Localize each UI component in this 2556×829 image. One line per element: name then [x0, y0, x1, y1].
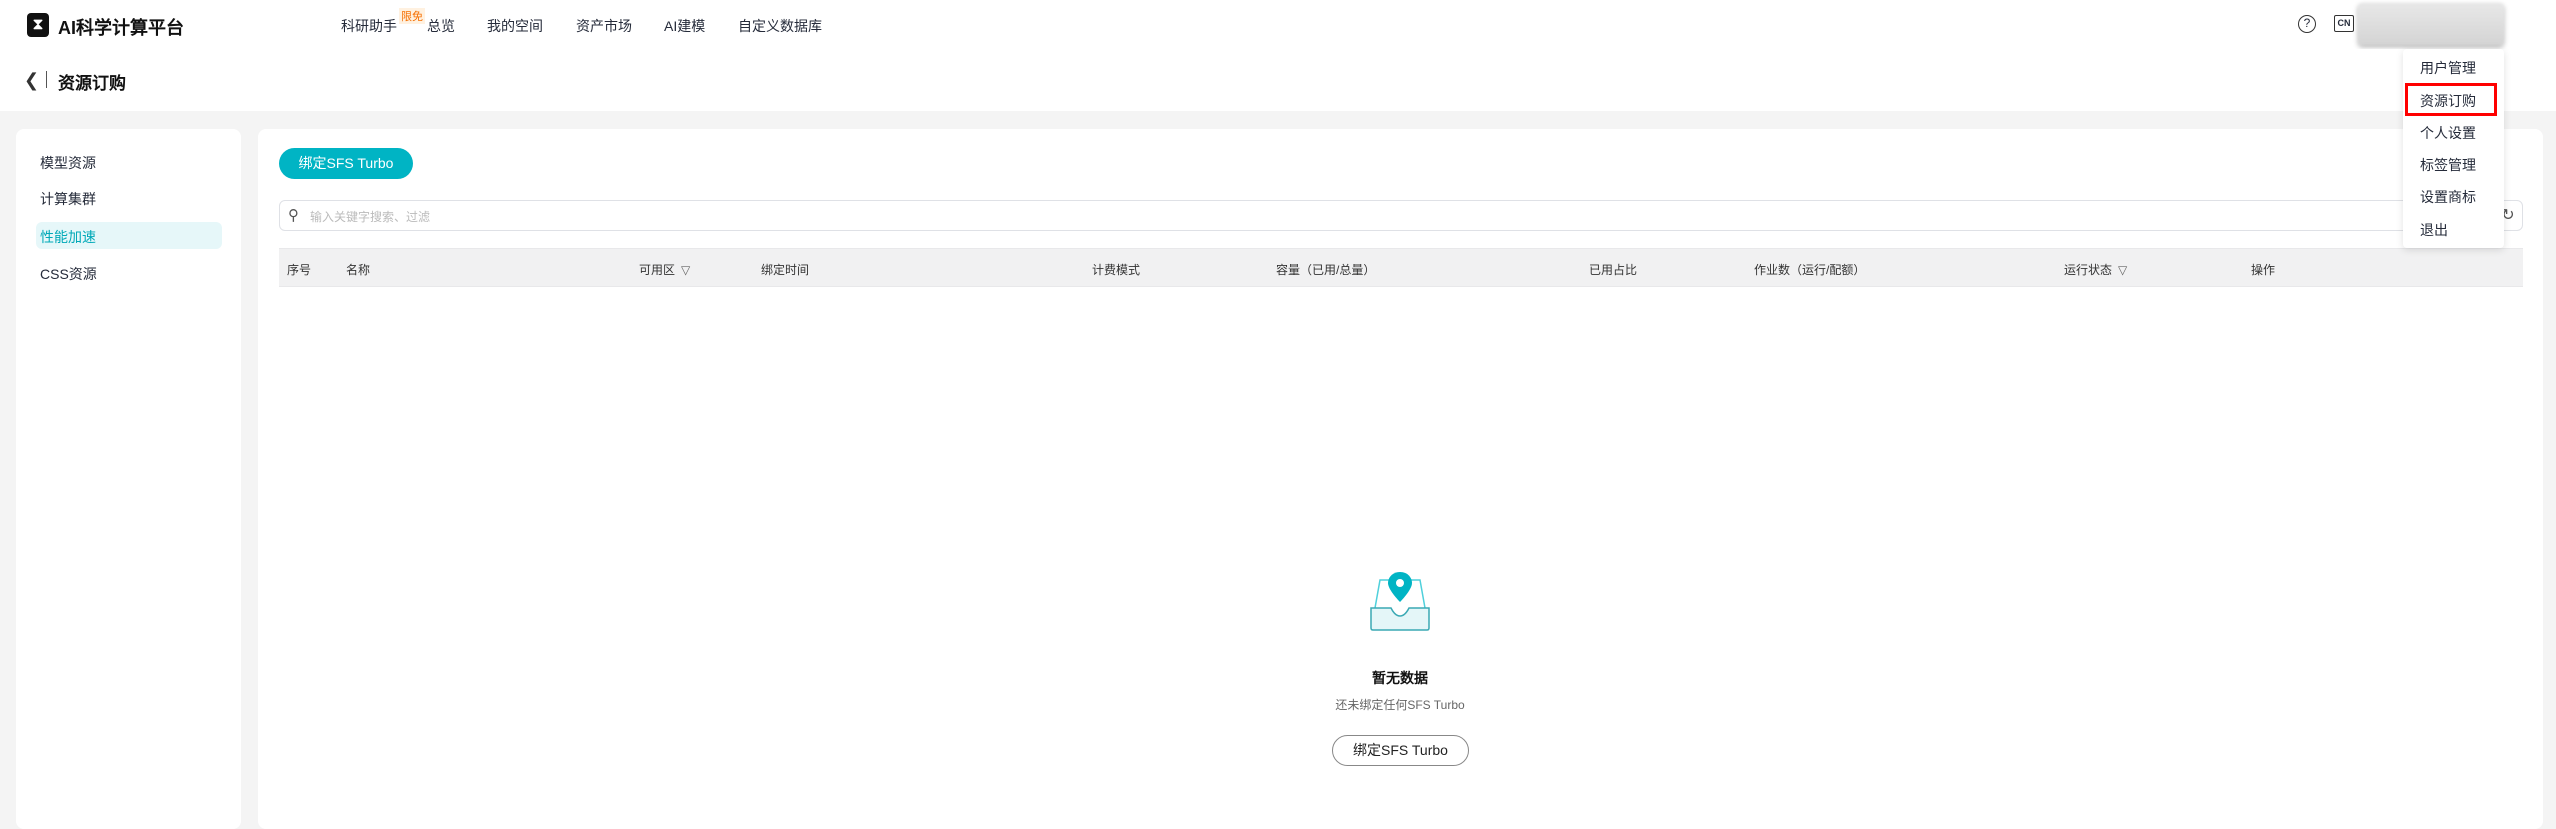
column-usage-ratio: 已用占比 — [1589, 263, 1638, 277]
sidebar-item-css-resources[interactable]: CSS资源 — [40, 264, 97, 284]
bind-sfs-turbo-button[interactable]: 绑定SFS Turbo — [279, 148, 413, 179]
empty-state-subtitle: 还未绑定任何SFS Turbo — [1335, 698, 1465, 712]
sidebar-item-compute-cluster[interactable]: 计算集群 — [40, 189, 96, 209]
menu-item-set-trademark[interactable]: 设置商标 — [2420, 187, 2476, 207]
nav-research-assistant[interactable]: 科研助手 — [341, 16, 397, 36]
help-icon[interactable]: ? — [2298, 15, 2316, 33]
nav-my-space[interactable]: 我的空间 — [487, 16, 543, 36]
column-status-label: 运行状态 — [2064, 263, 2113, 277]
menu-item-logout[interactable]: 退出 — [2420, 220, 2448, 240]
search-icon: ⚲ — [288, 207, 299, 224]
column-jobs: 作业数（运行/配额） — [1754, 263, 1866, 277]
main-panel — [258, 129, 2543, 829]
page-title: 资源订购 — [58, 74, 126, 93]
filter-icon[interactable]: ▽ — [2118, 263, 2127, 277]
column-billing-mode: 计费模式 — [1092, 263, 1141, 277]
menu-item-user-management[interactable]: 用户管理 — [2420, 58, 2476, 78]
user-menu-dropdown — [2403, 49, 2504, 248]
divider — [46, 71, 47, 88]
back-icon[interactable]: ❮ — [24, 70, 39, 91]
nav-overview[interactable]: 总览 — [427, 16, 455, 36]
empty-box-icon — [1370, 572, 1430, 631]
column-zone: 可用区 ▽ — [639, 261, 690, 278]
search-input[interactable] — [279, 200, 2493, 231]
menu-item-personal-settings[interactable]: 个人设置 — [2420, 123, 2476, 143]
sidebar-item-model-resources[interactable]: 模型资源 — [40, 153, 96, 173]
column-bind-time: 绑定时间 — [761, 263, 810, 277]
logo-icon: ⧗ — [27, 13, 49, 37]
column-status: 运行状态 ▽ — [2064, 261, 2127, 278]
language-switch[interactable]: CN — [2334, 15, 2354, 32]
highlight-box — [2405, 83, 2497, 116]
app-title: AI科学计算平台 — [58, 18, 184, 38]
column-index: 序号 — [287, 263, 312, 277]
search-placeholder: 输入关键字搜索、过滤 — [310, 210, 431, 224]
free-badge: 限免 — [399, 8, 425, 24]
nav-custom-database[interactable]: 自定义数据库 — [738, 16, 822, 36]
user-account-button[interactable] — [2358, 3, 2504, 45]
column-name: 名称 — [346, 263, 371, 277]
sidebar-item-performance-acceleration[interactable]: 性能加速 — [40, 227, 96, 247]
filter-icon[interactable]: ▽ — [681, 263, 690, 277]
nav-asset-market[interactable]: 资产市场 — [576, 16, 632, 36]
column-zone-label: 可用区 — [639, 263, 676, 277]
nav-ai-modeling[interactable]: AI建模 — [664, 16, 705, 36]
column-capacity: 容量（已用/总量） — [1276, 263, 1376, 277]
table-header — [279, 248, 2523, 287]
menu-item-tag-management[interactable]: 标签管理 — [2420, 155, 2476, 175]
column-actions: 操作 — [2251, 263, 2276, 277]
empty-bind-sfs-turbo-button[interactable]: 绑定SFS Turbo — [1332, 735, 1469, 766]
breadcrumb-bar — [0, 49, 2556, 111]
empty-state-title: 暂无数据 — [1372, 670, 1428, 686]
